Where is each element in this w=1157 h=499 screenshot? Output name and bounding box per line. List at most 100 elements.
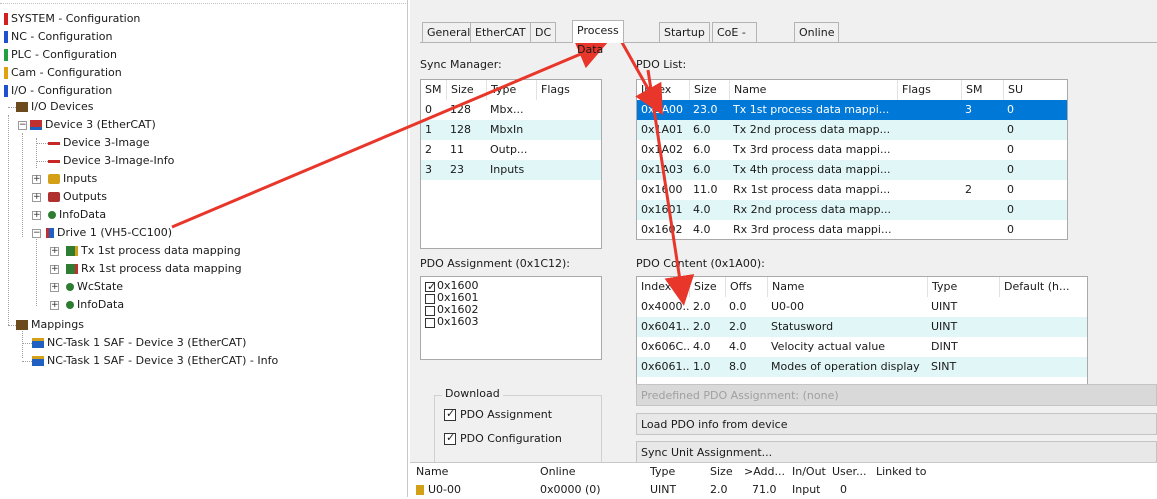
column-header[interactable]: Type	[650, 465, 675, 478]
pdo-list-row[interactable]: 0x1601 4.0 Rx 2nd process data mapp... 0	[637, 200, 1067, 220]
column-header[interactable]: Linked to	[876, 465, 926, 478]
tree-item-drive-infodata[interactable]: InfoData	[66, 296, 124, 314]
table-cell: 0x4000...	[641, 300, 689, 313]
column-header[interactable]: >Add...	[744, 465, 785, 478]
tree-item-nc-task-mapping-info[interactable]: NC-Task 1 SAF - Device 3 (EtherCAT) - In…	[32, 352, 278, 370]
sync-unit-assignment-button[interactable]: Sync Unit Assignment...	[636, 441, 1157, 463]
pdo-assignment-checkbox[interactable]	[425, 318, 435, 328]
pdo-assignment-list[interactable]: 0x16000x16010x16020x1603	[420, 276, 602, 360]
column-header[interactable]: Default (h...	[999, 277, 1087, 297]
tab-dc[interactable]: DC	[530, 22, 557, 42]
tree-item-device3-image[interactable]: Device 3-Image	[48, 134, 150, 152]
tab-online[interactable]: Online	[794, 22, 840, 42]
sync-manager-row[interactable]: 2 11 Outp...	[421, 140, 601, 160]
pdo-list-row[interactable]: 0x1602 4.0 Rx 3rd process data mappi... 0	[637, 220, 1067, 239]
column-header[interactable]: SU	[1003, 80, 1063, 100]
column-header[interactable]: Name	[729, 80, 897, 100]
column-header[interactable]: Size	[689, 80, 729, 100]
column-header[interactable]: Offs	[725, 277, 767, 297]
column-header[interactable]: Size	[446, 80, 486, 100]
pdo-list-row[interactable]: 0x1A00 23.0 Tx 1st process data mappi... 3 0	[637, 100, 1067, 120]
table-cell: 0	[1007, 123, 1014, 136]
column-header[interactable]: Flags	[536, 80, 586, 100]
column-header[interactable]: User...	[832, 465, 867, 478]
tab-ethercat[interactable]: EtherCAT	[470, 22, 531, 42]
collapse-toggle[interactable]: −	[32, 229, 41, 238]
sync-manager-row[interactable]: 0 128 Mbx...	[421, 100, 601, 120]
table-cell: 6.0	[693, 123, 711, 136]
pdo-content-table[interactable]: Index Size Offs Name Type Default (h... …	[636, 276, 1088, 386]
expand-toggle[interactable]: +	[50, 301, 59, 310]
tree-item-device3[interactable]: Device 3 (EtherCAT)	[30, 116, 156, 134]
pdo-list-row[interactable]: 0x1A02 6.0 Tx 3rd process data mappi... 0	[637, 140, 1067, 160]
table-cell: Rx 1st process data mappi...	[733, 183, 891, 196]
column-header[interactable]: Size	[710, 465, 733, 478]
tree-item-system-config[interactable]: SYSTEM - Configuration	[4, 10, 140, 28]
table-cell: 23.0	[693, 103, 718, 116]
expand-toggle[interactable]: +	[32, 193, 41, 202]
expand-toggle[interactable]: +	[50, 265, 59, 274]
expand-toggle[interactable]: +	[50, 247, 59, 256]
column-header[interactable]: Type	[486, 80, 536, 100]
pdo-content-row[interactable]: 0x4000... 2.0 0.0 U0-00 UINT	[637, 297, 1087, 317]
column-header[interactable]: Index	[637, 80, 689, 100]
tree-item-inputs[interactable]: Inputs	[48, 170, 97, 188]
tree-item-outputs[interactable]: Outputs	[48, 188, 107, 206]
tree-item-tx-mapping[interactable]: Tx 1st process data mapping	[66, 242, 241, 260]
column-header[interactable]: In/Out	[792, 465, 826, 478]
table-cell: 2.0	[729, 320, 747, 333]
pdo-assignment-checkbox[interactable]	[425, 306, 435, 316]
tree-item-nc-task-mapping[interactable]: NC-Task 1 SAF - Device 3 (EtherCAT)	[32, 334, 246, 352]
tree-connector	[22, 133, 23, 237]
tree-item-drive1[interactable]: Drive 1 (VH5-CC100)	[46, 224, 172, 242]
table-cell: 8.0	[729, 360, 747, 373]
column-header[interactable]: Type	[927, 277, 999, 297]
column-header[interactable]: SM	[961, 80, 1003, 100]
pdo-list-row[interactable]: 0x1600 11.0 Rx 1st process data mappi... 2 0	[637, 180, 1067, 200]
table-cell: Modes of operation display	[771, 360, 920, 373]
table-cell: Inputs	[490, 163, 525, 176]
sync-manager-row[interactable]: 1 128 MbxIn	[421, 120, 601, 140]
sync-manager-row[interactable]: 3 23 Inputs	[421, 160, 601, 180]
predefined-pdo-assignment-dropdown[interactable]: Predefined PDO Assignment: (none)	[636, 384, 1157, 406]
tree-item-infodata[interactable]: InfoData	[48, 206, 106, 224]
pdo-list-table[interactable]: Index Size Name Flags SM SU 0x1A00 23.0 Tx…	[636, 79, 1068, 240]
collapse-toggle[interactable]: −	[18, 121, 27, 130]
expand-toggle[interactable]: +	[32, 211, 41, 220]
tab-process-data[interactable]: Process Data	[572, 20, 624, 56]
pdo-list-row[interactable]: 0x1A03 6.0 Tx 4th process data mappi... 0	[637, 160, 1067, 180]
tab-coe-online[interactable]: CoE - Online	[712, 22, 758, 58]
tree-item-plc-config[interactable]: PLC - Configuration	[4, 46, 117, 64]
tab-startup[interactable]: Startup	[659, 22, 710, 42]
column-header[interactable]: Index	[637, 277, 689, 297]
tree-item-cam-config[interactable]: Cam - Configuration	[4, 64, 122, 82]
column-header[interactable]: Online	[540, 465, 575, 478]
expand-toggle[interactable]: +	[50, 283, 59, 292]
pdo-configuration-checkbox[interactable]	[444, 431, 456, 445]
column-header[interactable]: SM	[421, 80, 446, 100]
tree-connector	[36, 143, 48, 144]
column-header[interactable]: Name	[767, 277, 927, 297]
variable-list[interactable]: Name Online Type Size >Add... In/Out Use…	[410, 462, 1157, 497]
tab-general[interactable]: General	[422, 22, 476, 42]
tree-item-mappings[interactable]: Mappings	[16, 316, 84, 334]
pdo-content-row[interactable]: 0x6041... 2.0 2.0 Statusword UINT	[637, 317, 1087, 337]
load-pdo-info-button[interactable]: Load PDO info from device	[636, 413, 1157, 435]
pdo-content-row[interactable]: 0x6061... 1.0 8.0 Modes of operation displa…	[637, 357, 1087, 377]
pdo-assignment-checkbox[interactable]	[444, 407, 456, 421]
pdo-content-row[interactable]: 0x606C... 4.0 4.0 Velocity actual value DINT	[637, 337, 1087, 357]
pdo-assignment-checkbox[interactable]	[425, 294, 435, 304]
pdo-list-row[interactable]: 0x1A01 6.0 Tx 2nd process data mapp... 0	[637, 120, 1067, 140]
tree-item-rx-mapping[interactable]: Rx 1st process data mapping	[66, 260, 242, 278]
tree-item-device3-image-info[interactable]: Device 3-Image-Info	[48, 152, 174, 170]
pdo-assignment-checkbox[interactable]	[425, 280, 436, 293]
tree-connector	[36, 236, 37, 306]
tree-item-io-devices[interactable]: I/O Devices	[16, 98, 93, 116]
expand-toggle[interactable]: +	[32, 175, 41, 184]
column-header[interactable]: Size	[689, 277, 725, 297]
column-header[interactable]: Flags	[897, 80, 961, 100]
column-header[interactable]: Name	[416, 465, 448, 478]
sync-manager-table[interactable]: SM Size Type Flags 0 128 Mbx... 1 128 MbxIn 2 1…	[420, 79, 602, 249]
tree-item-nc-config[interactable]: NC - Configuration	[4, 28, 112, 46]
tree-item-wcstate[interactable]: WcState	[66, 278, 123, 296]
